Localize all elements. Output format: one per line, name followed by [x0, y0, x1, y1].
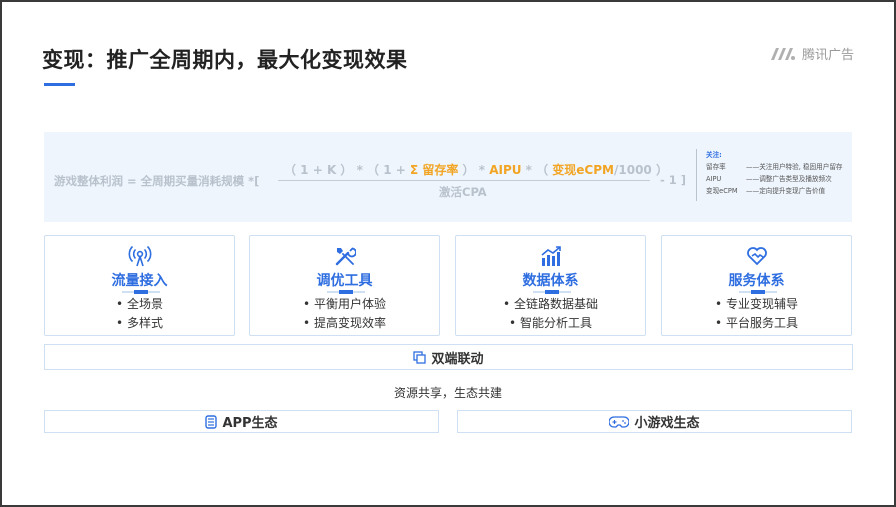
title-decor — [533, 290, 571, 294]
fraction-line — [278, 180, 650, 181]
signal-icon — [128, 245, 151, 267]
card-traffic-access: 流量接入 • 全场景 • 多样式 — [44, 235, 235, 336]
notes-title: 关注: — [706, 151, 722, 159]
chart-icon — [540, 246, 561, 266]
formula-retention: Σ 留存率 — [409, 163, 459, 177]
note-value: ——关注用户特验, 稳固用户留存 — [746, 163, 843, 171]
formula-ecpm: 变现eCPM — [552, 163, 614, 177]
card-title: 流量接入 — [111, 273, 168, 289]
card-item: • 全场景 — [116, 297, 163, 311]
note-value: ——定向提升变现广告价值 — [746, 187, 826, 195]
note-key: AIPU — [706, 175, 722, 183]
formula-num-part2: ） * — [458, 163, 490, 177]
brand-name: 腾讯广告 — [801, 48, 854, 63]
formula-close: - 1 ] — [660, 173, 687, 187]
card-data-system: 数据体系 • 全链路数据基础 • 智能分析工具 — [455, 235, 646, 336]
formula-lhs: 游戏整体利润 = 全周期买量消耗规模 *[ — [54, 174, 260, 188]
linkage-label: 双端联动 — [431, 351, 484, 367]
resource-sharing-text: 资源共享，生态共建 — [393, 386, 502, 400]
note-row: 留存率 ——关注用户特验, 稳固用户留存 — [706, 161, 843, 173]
minigame-ecosystem-label: 小游戏生态 — [634, 416, 700, 431]
formula-denominator: 激活CPA — [439, 185, 487, 199]
card-item: • 提高变现效率 — [303, 316, 386, 330]
card-title: 数据体系 — [522, 273, 579, 289]
formula-num-part1: （ 1 + K ） * （ 1 + — [284, 163, 410, 177]
tencent-ads-logo-icon — [770, 47, 795, 60]
note-row: AIPU ——调整广告类型及播放频次 — [706, 173, 843, 185]
card-item: • 专业变现辅导 — [715, 297, 798, 311]
title-decor — [122, 290, 160, 294]
card-item: • 全链路数据基础 — [503, 297, 598, 311]
title-decor — [327, 290, 365, 294]
note-key: 变现eCPM — [706, 187, 738, 195]
minigame-ecosystem-bar: 小游戏生态 — [457, 410, 852, 433]
tools-icon — [335, 247, 356, 266]
app-ecosystem-label: APP生态 — [222, 416, 278, 431]
card-tuning-tools: 调优工具 • 平衡用户体验 • 提高变现效率 — [249, 235, 440, 336]
formula-aipu: AIPU — [489, 163, 522, 177]
note-key: 留存率 — [706, 163, 726, 171]
brand-logo: 腾讯广告 — [770, 44, 854, 63]
card-item: • 平台服务工具 — [715, 316, 798, 330]
card-title: 调优工具 — [316, 273, 373, 289]
card-title: 服务体系 — [728, 273, 785, 289]
card-item: • 平衡用户体验 — [303, 297, 386, 311]
notes-separator — [696, 149, 697, 201]
page-title: 变现：推广全周期内，最大化变现效果 — [42, 48, 408, 72]
dual-squares-icon — [413, 350, 427, 364]
card-item: • 智能分析工具 — [509, 316, 592, 330]
card-service-system: 服务体系 • 专业变现辅导 • 平台服务工具 — [661, 235, 852, 336]
formula-notes: 关注: 留存率 ——关注用户特验, 稳固用户留存 AIPU ——调整广告类型及播放频… — [706, 149, 843, 197]
formula-numerator: （ 1 + K ） * （ 1 + Σ 留存率 ） * AIPU * （ 变现e… — [284, 161, 668, 178]
gamepad-icon — [609, 415, 630, 428]
title-underline — [44, 83, 75, 86]
note-row: 变现eCPM ——定向提升变现广告价值 — [706, 185, 843, 197]
formula-num-part3: * （ — [521, 163, 553, 177]
linkage-bar: 双端联动 — [44, 344, 853, 370]
card-item: • 多样式 — [116, 316, 163, 330]
handshake-icon — [746, 247, 767, 266]
app-ecosystem-bar: APP生态 — [44, 410, 439, 433]
app-icon — [205, 414, 218, 429]
title-decor — [739, 290, 777, 294]
formula-panel: 游戏整体利润 = 全周期买量消耗规模 *[ （ 1 + K ） * （ 1 + … — [44, 132, 852, 222]
note-value: ——调整广告类型及播放频次 — [746, 175, 832, 183]
